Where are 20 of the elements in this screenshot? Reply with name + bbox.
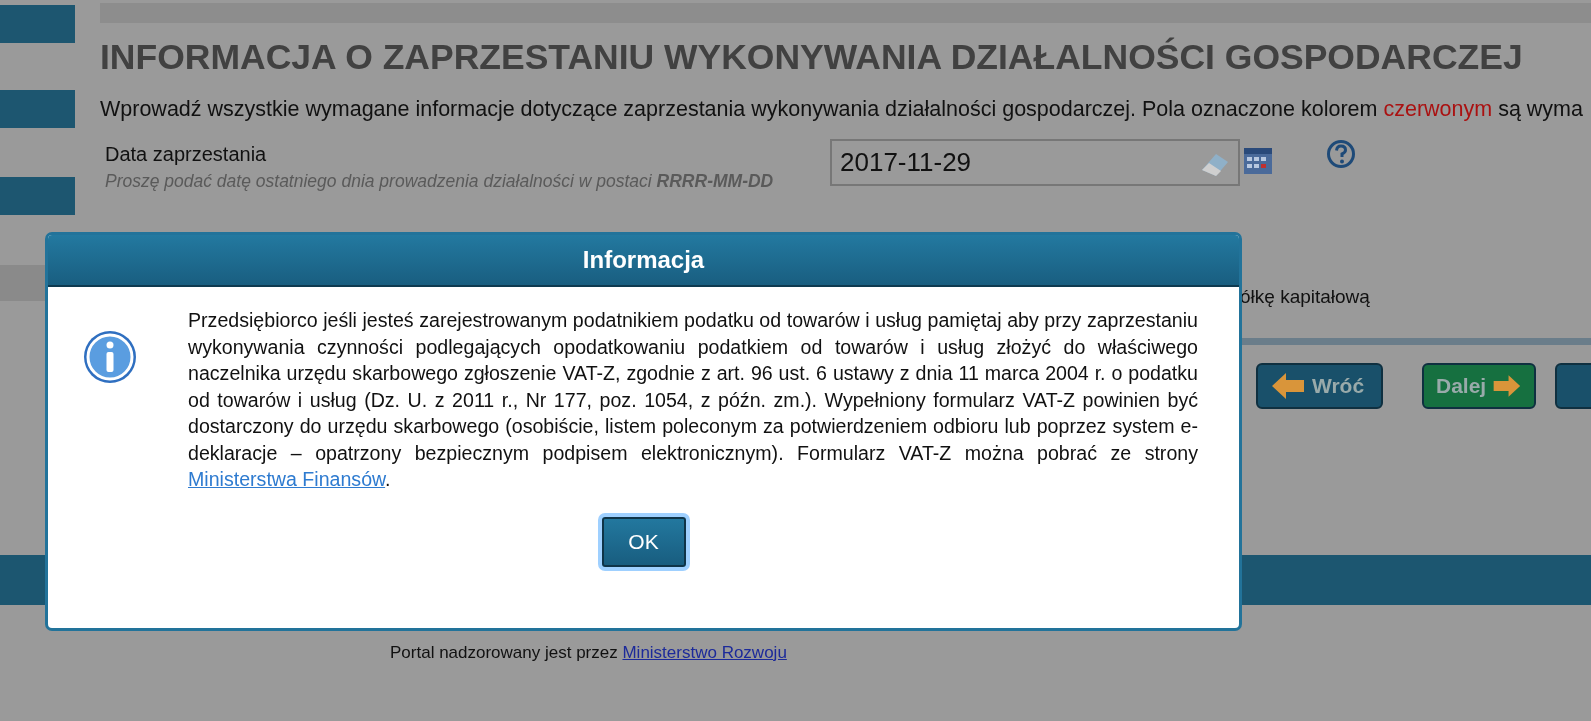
dialog-title: Informacja [48,235,1239,287]
dialog-message: Przedsiębiorco jeśli jesteś zarejestrowanym podatnikiem podatku od towarów i usług pamiętaj aby przy zaprzestaniu wykonywania czynności podlegających opodatkowaniu podatkiem od towarów i usług złożyć do właściwego naczelnika urzędu skarbowego zgłoszenie VAT-Z, zgodnie z art. 96 ust. 6 ustawy z dnia 11 marca 2004 r. o podatku od towarów i usług (Dz. U. z 2011 r., Nr 177, poz. 1054, z późn. zm.). Wypełniony formularz VAT-Z powinien być dostarczony do urzędu skarbowego (osobiście, listem poleconym za potwierdzeniem odbioru lub poprzez system e-deklaracje – opatrzony bezpiecznym podpisem elektronicznym). Formularz VAT-Z można pobrać ze strony Ministerstwa Finansów. [188,308,1198,492]
ministry-link[interactable]: Ministerstwa Finansów [188,468,386,490]
date-field[interactable]: 2017-11-29 [830,139,1240,187]
ok-button[interactable]: OK [597,512,690,571]
sidebar-tab[interactable] [0,90,75,128]
sidebar-tab[interactable] [0,5,75,43]
sidebar-tab[interactable] [0,177,75,215]
page-title: INFORMACJA O ZAPRZESTANIU WYKONYWANIA DZIAŁALNOŚCI GOSPODARCZEJ [100,37,1524,77]
help-icon[interactable] [1326,139,1356,170]
field-hint: Proszę podać datę ostatniego dnia prowadzenia działalności w postaci RRRR-MM-DD [105,170,775,194]
info-icon [82,329,138,385]
next-button[interactable]: Dalej [1422,363,1536,409]
field-label: Data zaprzestania [105,142,268,168]
back-button[interactable]: Wróć [1256,363,1383,409]
instructions-text: Wprowadź wszystkie wymagane informacje dotyczące zaprzestania wykonywania działalności gospodarczej. Pola oznaczone kolorem czerwonym są wyma [100,96,1584,123]
ministry-link[interactable]: Ministerstwo Rozwoju [622,643,787,662]
footer-text: Portal nadzorowany jest przez Ministerstwo Rozwoju [390,642,787,664]
arrow-icon [1270,371,1306,401]
option-label: ółkę kapitałową [1240,285,1370,309]
